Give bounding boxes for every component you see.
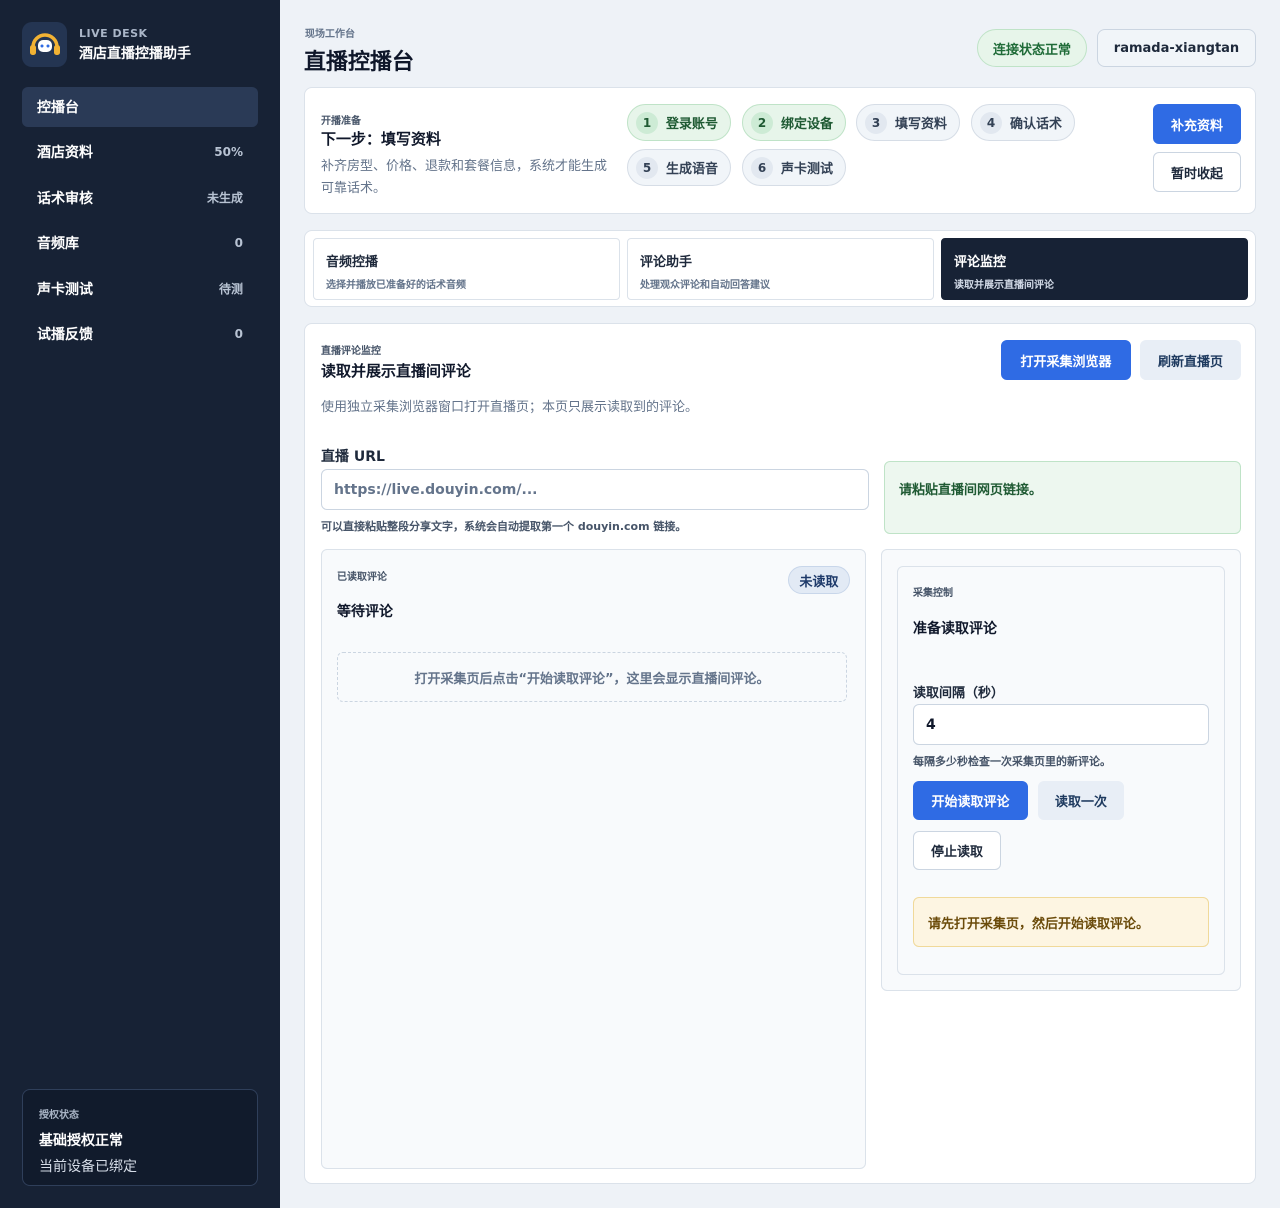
sidebar-item-badge: 未生成 bbox=[206, 191, 243, 206]
step-bind-device[interactable]: 2 绑定设备 bbox=[742, 104, 847, 141]
setup-card: 开播准备 下一步：填写资料 补齐房型、价格、退款和套餐信息，系统才能生成可靠话术… bbox=[304, 87, 1256, 214]
user-account-button[interactable]: ramada-xiangtan bbox=[1097, 29, 1256, 67]
brand-kicker: LIVE DESK bbox=[79, 26, 148, 40]
interval-input[interactable] bbox=[913, 704, 1209, 745]
brand-title: 酒店直播控播助手 bbox=[79, 45, 191, 62]
control-title: 准备读取评论 bbox=[913, 621, 997, 637]
step-label: 确认话术 bbox=[1010, 117, 1063, 132]
sidebar-item-trial-feedback[interactable]: 试播反馈 0 bbox=[22, 314, 258, 354]
stop-reading-button[interactable]: 停止读取 bbox=[913, 831, 1001, 870]
sidebar: LIVE DESK 酒店直播控播助手 控播台 酒店资料 50% 话术审核 未生成… bbox=[0, 0, 280, 1208]
tab-title: 评论助手 bbox=[640, 255, 693, 270]
brand: LIVE DESK 酒店直播控播助手 bbox=[22, 22, 191, 67]
live-url-label: 直播 URL bbox=[321, 449, 385, 465]
license-status: 基础授权正常 bbox=[39, 1133, 123, 1149]
step-number: 4 bbox=[980, 111, 1002, 134]
sidebar-item-label: 音频库 bbox=[37, 236, 79, 253]
panel-description: 使用独立采集浏览器窗口打开直播页；本页只展示读取到的评论。 bbox=[321, 400, 699, 415]
refresh-live-page-button[interactable]: 刷新直播页 bbox=[1140, 340, 1241, 380]
start-reading-button[interactable]: 开始读取评论 bbox=[913, 781, 1028, 820]
sidebar-item-console[interactable]: 控播台 bbox=[22, 87, 258, 127]
step-label: 绑定设备 bbox=[781, 117, 834, 132]
license-status-card: 授权状态 基础授权正常 当前设备已绑定 bbox=[22, 1089, 258, 1186]
tab-comment-monitor[interactable]: 评论监控 读取并展示直播间评论 bbox=[941, 238, 1248, 300]
step-label: 填写资料 bbox=[895, 117, 948, 132]
tab-comment-assistant[interactable]: 评论助手 处理观众评论和自动回答建议 bbox=[627, 238, 934, 300]
sidebar-item-hotel-info[interactable]: 酒店资料 50% bbox=[22, 132, 258, 172]
panel-kicker: 直播评论监控 bbox=[321, 346, 381, 357]
sidebar-item-soundcard-test[interactable]: 声卡测试 待测 bbox=[22, 269, 258, 309]
step-soundcard-test[interactable]: 6 声卡测试 bbox=[742, 149, 847, 186]
comment-monitor-panel: 直播评论监控 读取并展示直播间评论 使用独立采集浏览器窗口打开直播页；本页只展示… bbox=[304, 323, 1256, 1184]
collapse-button[interactable]: 暂时收起 bbox=[1153, 152, 1241, 192]
sidebar-item-label: 试播反馈 bbox=[37, 326, 93, 343]
interval-label: 读取间隔（秒） bbox=[913, 686, 1005, 701]
read-once-button[interactable]: 读取一次 bbox=[1038, 781, 1124, 820]
mode-tabs: 音频控播 选择并播放已准备好的话术音频 评论助手 处理观众评论和自动回答建议 评… bbox=[304, 230, 1256, 307]
sidebar-nav: 控播台 酒店资料 50% 话术审核 未生成 音频库 0 声卡测试 待测 试播反馈… bbox=[22, 87, 258, 359]
step-label: 登录账号 bbox=[666, 117, 719, 132]
read-status-badge: 未读取 bbox=[788, 566, 850, 594]
complete-info-button[interactable]: 补充资料 bbox=[1153, 104, 1241, 144]
sidebar-item-badge: 0 bbox=[234, 326, 243, 341]
setup-title: 下一步：填写资料 bbox=[321, 130, 442, 148]
page-kicker: 现场工作台 bbox=[305, 29, 355, 40]
interval-hint: 每隔多少秒检查一次采集页里的新评论。 bbox=[913, 755, 1111, 768]
sidebar-item-audio-library[interactable]: 音频库 0 bbox=[22, 223, 258, 263]
url-notice: 请粘贴直播间网页链接。 bbox=[884, 461, 1241, 534]
step-confirm-script[interactable]: 4 确认话术 bbox=[971, 104, 1076, 141]
sidebar-item-label: 声卡测试 bbox=[37, 281, 93, 298]
sidebar-item-badge: 0 bbox=[234, 236, 243, 251]
sidebar-item-label: 控播台 bbox=[37, 100, 79, 116]
comments-empty-state: 打开采集页后点击“开始读取评论”，这里会显示直播间评论。 bbox=[337, 652, 847, 702]
license-sub: 当前设备已绑定 bbox=[39, 1159, 137, 1175]
step-login[interactable]: 1 登录账号 bbox=[627, 104, 732, 141]
comments-kicker: 已读取评论 bbox=[337, 572, 387, 583]
tab-subtitle: 处理观众评论和自动回答建议 bbox=[640, 280, 770, 291]
step-fill-info[interactable]: 3 填写资料 bbox=[856, 104, 961, 141]
capture-control-panel: 采集控制 准备读取评论 读取间隔（秒） 每隔多少秒检查一次采集页里的新评论。 开… bbox=[881, 549, 1241, 991]
tab-subtitle: 读取并展示直播间评论 bbox=[954, 280, 1054, 291]
tab-audio-control[interactable]: 音频控播 选择并播放已准备好的话术音频 bbox=[313, 238, 620, 300]
live-url-hint: 可以直接粘贴整段分享文字，系统会自动提取第一个 douyin.com 链接。 bbox=[321, 520, 687, 533]
sidebar-item-badge: 50% bbox=[214, 145, 243, 160]
setup-description: 补齐房型、价格、退款和套餐信息，系统才能生成可靠话术。 bbox=[321, 159, 608, 196]
step-number: 1 bbox=[636, 111, 658, 134]
tab-subtitle: 选择并播放已准备好的话术音频 bbox=[326, 280, 466, 291]
step-number: 5 bbox=[636, 156, 658, 179]
step-label: 声卡测试 bbox=[781, 162, 834, 177]
control-kicker: 采集控制 bbox=[913, 588, 953, 599]
step-number: 6 bbox=[751, 156, 773, 179]
live-url-input[interactable] bbox=[321, 469, 869, 510]
page-title: 直播控播台 bbox=[304, 50, 415, 75]
headset-chat-icon bbox=[22, 22, 67, 67]
comments-list-panel: 已读取评论 未读取 等待评论 打开采集页后点击“开始读取评论”，这里会显示直播间… bbox=[321, 549, 866, 1169]
tab-title: 音频控播 bbox=[326, 255, 379, 270]
panel-title: 读取并展示直播间评论 bbox=[321, 362, 472, 380]
comments-title: 等待评论 bbox=[337, 604, 393, 620]
step-number: 2 bbox=[751, 111, 773, 134]
setup-kicker: 开播准备 bbox=[321, 116, 361, 127]
capture-warning: 请先打开采集页，然后开始读取评论。 bbox=[913, 897, 1209, 947]
step-number: 3 bbox=[865, 111, 887, 134]
step-label: 生成语音 bbox=[666, 162, 719, 177]
tab-title: 评论监控 bbox=[954, 255, 1007, 270]
sidebar-item-label: 酒店资料 bbox=[37, 145, 93, 162]
capture-control-card: 采集控制 准备读取评论 读取间隔（秒） 每隔多少秒检查一次采集页里的新评论。 开… bbox=[897, 566, 1225, 975]
sidebar-item-script-review[interactable]: 话术审核 未生成 bbox=[22, 178, 258, 218]
open-capture-browser-button[interactable]: 打开采集浏览器 bbox=[1001, 340, 1131, 380]
sidebar-item-label: 话术审核 bbox=[37, 190, 93, 207]
step-generate-audio[interactable]: 5 生成语音 bbox=[627, 149, 732, 186]
connection-status-badge: 连接状态正常 bbox=[977, 29, 1087, 67]
sidebar-item-badge: 待测 bbox=[218, 282, 243, 297]
license-kicker: 授权状态 bbox=[39, 1110, 79, 1121]
